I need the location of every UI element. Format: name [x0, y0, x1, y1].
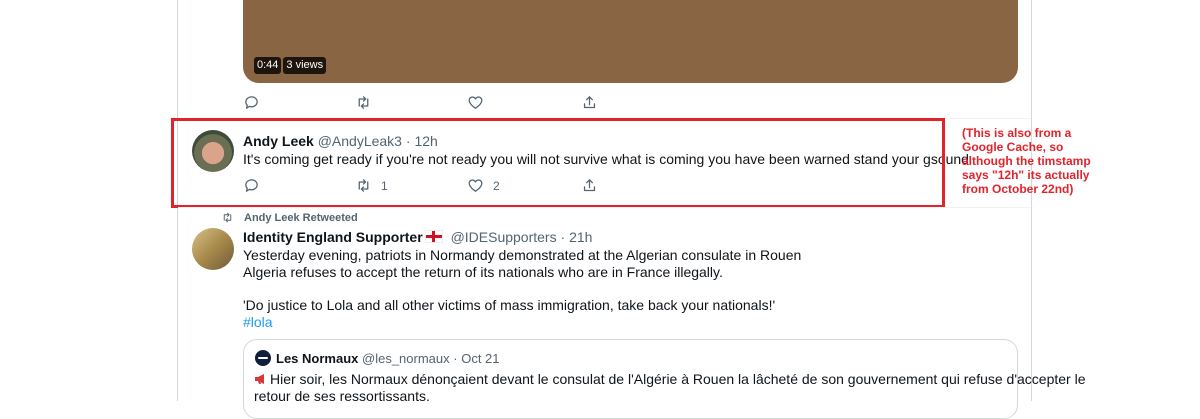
avatar — [255, 350, 271, 366]
tweet-text-line: 'Do justice to Lola and all other victim… — [243, 297, 776, 313]
megaphone-icon — [255, 374, 264, 384]
separator: · — [453, 351, 458, 366]
quote-author-name: Les Normaux — [276, 351, 359, 366]
author-name[interactable]: Identity England Supporter — [243, 229, 423, 245]
retweeted-label[interactable]: Andy Leek Retweeted — [244, 212, 358, 224]
share-button[interactable] — [581, 94, 598, 111]
tweet-header: Identity England Supporter @IDESupporter… — [243, 228, 592, 246]
tweet-text-line: Yesterday evening, patriots in Normandy … — [243, 247, 802, 263]
tweet-text-line: Algeria refuses to accept the return of … — [243, 264, 723, 280]
england-flag-icon — [424, 230, 443, 243]
video-tweet-actions — [243, 94, 603, 112]
divider — [178, 207, 1031, 208]
retweet-button[interactable] — [355, 94, 372, 111]
quote-text-line: Hier soir, les Normaux dénonçaient devan… — [254, 371, 1086, 388]
highlight-box — [171, 118, 945, 208]
video-player[interactable] — [243, 0, 1018, 83]
retweet-icon — [223, 212, 232, 223]
video-duration: 0:44 — [254, 57, 282, 74]
quote-text-line: retour de ses ressortissants. — [254, 388, 430, 404]
video-views: 3 views — [283, 57, 327, 74]
quote-author-handle: @les_normaux — [362, 351, 450, 366]
annotation-note: (This is also from a Google Cache, so al… — [962, 126, 1091, 196]
reply-button[interactable] — [243, 94, 260, 111]
separator: · — [560, 229, 566, 245]
like-button[interactable] — [467, 94, 484, 111]
retweeted-by: Andy Leek Retweeted — [221, 211, 358, 224]
quote-time: Oct 21 — [461, 351, 500, 366]
hashtag-link[interactable]: #lola — [243, 314, 273, 331]
retweet-icon — [358, 96, 369, 109]
quote-text: Hier soir, les Normaux dénonçaient devan… — [270, 371, 1086, 387]
avatar[interactable] — [192, 228, 234, 270]
reply-icon — [245, 96, 258, 109]
tweet-time[interactable]: 21h — [569, 229, 592, 245]
video-badges: 0:44 3 views — [254, 57, 327, 74]
like-icon — [468, 96, 483, 109]
author-handle[interactable]: @IDESupporters — [451, 229, 557, 245]
share-icon — [583, 96, 596, 109]
quote-header: Les Normaux @les_normaux · Oct 21 — [276, 350, 500, 368]
